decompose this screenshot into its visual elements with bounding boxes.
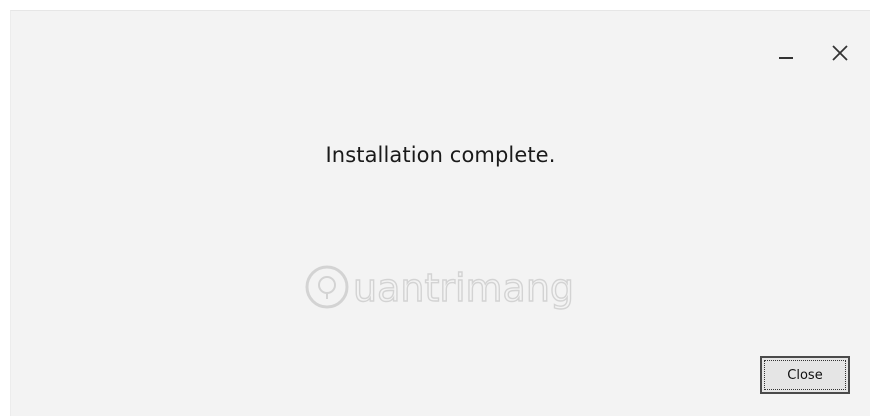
close-button-label: Close — [764, 360, 846, 390]
window-controls — [772, 39, 854, 67]
close-icon — [832, 45, 848, 61]
status-message: Installation complete. — [325, 143, 556, 167]
close-window-button[interactable] — [826, 39, 854, 67]
installer-dialog: Installation complete. uantrimang Close — [10, 10, 870, 416]
watermark-text: uantrimang — [353, 266, 574, 310]
close-button[interactable]: Close — [760, 356, 850, 394]
minimize-icon — [779, 57, 793, 59]
watermark-logo: uantrimang — [301, 257, 601, 317]
minimize-button[interactable] — [772, 39, 800, 67]
